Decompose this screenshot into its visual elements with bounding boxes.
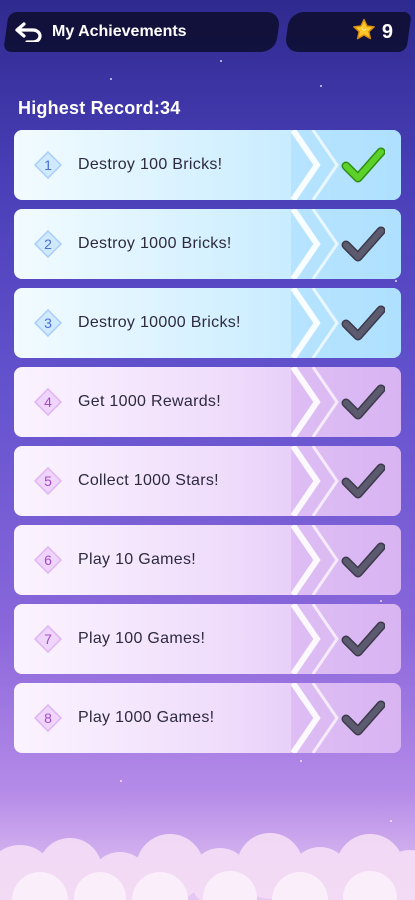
checkmark-icon <box>341 381 386 423</box>
star-count: 9 <box>381 20 393 43</box>
achievement-label: Get 1000 Rewards! <box>78 393 221 410</box>
checkmark-complete-icon <box>341 144 386 186</box>
star-dot <box>110 78 112 80</box>
achievement-label: Play 100 Games! <box>78 630 206 647</box>
achievement-card[interactable]: 8 Play 1000 Games! <box>14 683 401 753</box>
achievement-number: 7 <box>44 631 52 647</box>
achievement-card[interactable]: 6 Play 10 Games! <box>14 525 401 595</box>
achievement-number-badge: 6 <box>33 545 63 575</box>
achievement-card[interactable]: 7 Play 100 Games! <box>14 604 401 674</box>
achievement-number: 5 <box>44 473 52 489</box>
achievement-number-badge: 7 <box>33 624 63 654</box>
checkmark-icon <box>341 460 386 502</box>
achievement-number-badge: 4 <box>33 387 63 417</box>
checkmark-icon <box>341 223 386 265</box>
achievement-number-badge: 8 <box>33 703 63 733</box>
achievement-label: Destroy 100 Bricks! <box>78 156 223 173</box>
achievement-number-badge: 1 <box>33 150 63 180</box>
achievement-card[interactable]: 2 Destroy 1000 Bricks! <box>14 209 401 279</box>
achievement-label: Play 1000 Games! <box>78 709 215 726</box>
achievement-card[interactable]: 3 Destroy 10000 Bricks! <box>14 288 401 358</box>
star-dot <box>320 85 322 87</box>
achievement-number: 3 <box>44 315 52 331</box>
cloud-decoration <box>0 833 415 900</box>
checkmark-icon <box>341 618 386 660</box>
achievement-card[interactable]: 1 Destroy 100 Bricks! <box>14 130 401 200</box>
achievement-label: Play 10 Games! <box>78 551 197 568</box>
top-bar: My Achievements 9 <box>0 12 415 52</box>
achievement-label: Collect 1000 Stars! <box>78 472 219 489</box>
achievement-number-badge: 2 <box>33 229 63 259</box>
achievement-card[interactable]: 5 Collect 1000 Stars! <box>14 446 401 516</box>
achievement-number: 6 <box>44 552 52 568</box>
back-arrow-icon[interactable] <box>14 21 44 43</box>
achievement-number: 2 <box>44 236 52 252</box>
star-icon <box>352 18 376 47</box>
achievement-card[interactable]: 4 Get 1000 Rewards! <box>14 367 401 437</box>
page-title: My Achievements <box>52 23 187 40</box>
star-dot <box>390 820 392 822</box>
achievement-number: 1 <box>44 157 52 173</box>
achievement-number-badge: 3 <box>33 308 63 338</box>
achievement-list: 1 Destroy 100 Bricks! 2 Destroy 1000 Bri… <box>14 130 401 762</box>
achievement-number: 8 <box>44 710 52 726</box>
achievement-label: Destroy 10000 Bricks! <box>78 314 241 331</box>
checkmark-icon <box>341 302 386 344</box>
achievement-number-badge: 5 <box>33 466 63 496</box>
star-dot <box>120 780 122 782</box>
achievement-number: 4 <box>44 394 52 410</box>
star-dot <box>220 60 222 62</box>
achievement-label: Destroy 1000 Bricks! <box>78 235 232 252</box>
checkmark-icon <box>341 539 386 581</box>
highest-record: Highest Record:34 <box>18 98 181 118</box>
checkmark-icon <box>341 697 386 739</box>
